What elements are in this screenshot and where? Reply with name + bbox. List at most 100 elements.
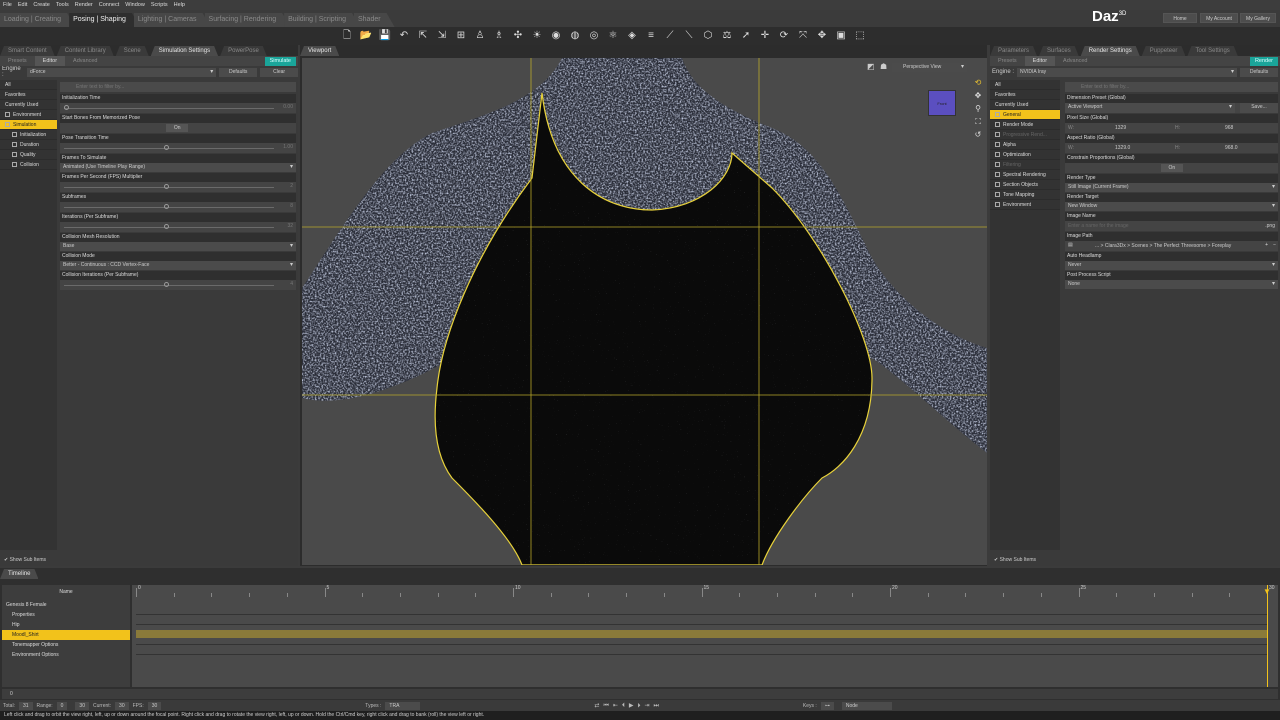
tab-parameters[interactable]: Parameters <box>990 46 1037 56</box>
category-general[interactable]: General <box>990 110 1060 120</box>
auto-headlamp-select[interactable]: Never <box>1065 261 1278 270</box>
layout-tab-5[interactable]: Shader <box>354 13 395 27</box>
menu-help[interactable]: Help <box>174 2 185 8</box>
pointer-icon[interactable]: ➚ <box>739 29 753 43</box>
layout-tab-0[interactable]: Loading | Creating <box>0 13 75 27</box>
select-7[interactable]: Base <box>60 242 296 251</box>
merge-icon[interactable]: ⊞ <box>454 29 468 43</box>
menu-file[interactable]: File <box>3 2 12 8</box>
subtab-presets[interactable]: Presets <box>0 56 35 66</box>
slider-2[interactable]: 1.00 <box>60 143 296 153</box>
frame-icon[interactable]: ⛶ <box>972 115 984 128</box>
timeline-row[interactable]: Properties <box>2 610 130 620</box>
slider-6[interactable]: 32 <box>60 222 296 232</box>
align-icon[interactable]: ≡ <box>644 29 658 43</box>
category-favorites[interactable]: Favorites <box>990 90 1060 100</box>
tab-timeline[interactable]: Timeline <box>0 569 38 579</box>
range-start-field[interactable]: 0 <box>56 701 68 710</box>
menu-tools[interactable]: Tools <box>56 2 69 8</box>
layout-tab-1[interactable]: Posing | Shaping <box>69 13 140 27</box>
category-progressive-rend-[interactable]: Progressive Rend... <box>990 130 1060 140</box>
geometry-icon[interactable]: ⬡ <box>701 29 715 43</box>
pixel-height-field[interactable]: 968 <box>1225 125 1233 131</box>
render-icon[interactable]: ◍ <box>568 29 582 43</box>
defaults-button[interactable]: Defaults <box>1240 67 1279 77</box>
playback-controls[interactable]: ⇄⏮⇤⏴▶⏵⇥⏭ <box>594 702 663 710</box>
dimension-preset-select[interactable]: Active Viewport <box>1065 103 1235 113</box>
rotate-icon[interactable]: ⟳ <box>777 29 791 43</box>
move-icon[interactable]: ✥ <box>815 29 829 43</box>
tab-smart-content[interactable]: Smart Content <box>0 46 55 56</box>
timeline-row[interactable]: Tonemapper Options <box>2 640 130 650</box>
subtab-editor[interactable]: Editor <box>34 56 66 66</box>
menu-render[interactable]: Render <box>75 2 93 8</box>
slider-thumb[interactable] <box>164 224 169 229</box>
types-select[interactable]: TRA <box>385 701 421 710</box>
view-cube[interactable]: Front <box>928 90 956 116</box>
timeline-row[interactable]: Moodl_Shirt <box>2 630 130 640</box>
slider-value[interactable]: 0.00 <box>283 104 293 110</box>
post-process-select[interactable]: None <box>1065 280 1278 289</box>
slider-value[interactable]: 8 <box>290 203 293 209</box>
category-spectral-rendering[interactable]: Spectral Rendering <box>990 170 1060 180</box>
engine-select[interactable]: dForce <box>26 67 217 77</box>
export-icon[interactable]: ⇱ <box>416 29 430 43</box>
category-optimization[interactable]: Optimization <box>990 150 1060 160</box>
reset-view-icon[interactable]: ↺ <box>972 128 984 141</box>
pixel-width-field[interactable]: 1329 <box>1115 125 1126 131</box>
category-all[interactable]: All <box>990 80 1060 90</box>
slider-thumb[interactable] <box>64 105 69 110</box>
defaults-button[interactable]: Defaults <box>219 67 258 77</box>
category-currently-used[interactable]: Currently Used <box>990 100 1060 110</box>
engine-select[interactable]: NVIDIA Iray <box>1017 67 1238 77</box>
tab-simulation-settings[interactable]: Simulation Settings <box>151 46 218 56</box>
slider-value[interactable]: 4 <box>290 281 293 287</box>
layout-tab-2[interactable]: Lighting | Cameras <box>134 13 211 27</box>
category-render-mode[interactable]: Render Mode <box>990 120 1060 130</box>
category-initialization[interactable]: Initialization <box>0 130 57 140</box>
category-alpha[interactable]: Alpha <box>990 140 1060 150</box>
category-environment[interactable]: Environment <box>990 200 1060 210</box>
image-path-select[interactable]: ... > Clara3Dx > Scenes > The Perfect Th… <box>1095 243 1231 249</box>
image-name-input[interactable]: Enter a name for the image <box>1068 223 1129 229</box>
filter-input[interactable]: Enter text to filter by... <box>60 82 296 92</box>
zoom-icon[interactable]: ⚲ <box>972 102 984 115</box>
undo-icon[interactable]: ↶ <box>397 29 411 43</box>
weight-icon[interactable]: ⚖ <box>720 29 734 43</box>
clear-button[interactable]: Clear <box>260 67 298 77</box>
scale-icon[interactable]: ⤧ <box>796 29 810 43</box>
translate-icon[interactable]: ✛ <box>758 29 772 43</box>
tab-tool-settings[interactable]: Tool Settings <box>1187 46 1237 56</box>
open-folder-icon[interactable]: 📂 <box>359 29 373 43</box>
timeline-row[interactable]: Genesis 8 Female <box>2 600 130 610</box>
my-gallery-button[interactable]: My Gallery <box>1240 13 1276 23</box>
fps-field[interactable]: 30 <box>147 701 162 710</box>
save-preset-button[interactable]: Save... <box>1240 103 1278 113</box>
tab-content-library[interactable]: Content Library <box>57 46 114 56</box>
menu-create[interactable]: Create <box>33 2 50 8</box>
orbit-icon[interactable]: ⟲ <box>972 76 984 89</box>
timeline-row[interactable]: Environment Options <box>2 650 130 660</box>
tab-puppeteer[interactable]: Puppeteer <box>1142 46 1186 56</box>
subtab-advanced[interactable]: Advanced <box>1055 56 1095 66</box>
show-sub-items-checkbox[interactable]: ✔ Show Sub Items <box>4 557 46 563</box>
toggle-button[interactable]: On <box>166 124 189 132</box>
bone-icon[interactable]: ⟍ <box>682 29 696 43</box>
slider-thumb[interactable] <box>164 184 169 189</box>
slider-9[interactable]: 4 <box>60 280 296 290</box>
save-icon[interactable]: 💾 <box>378 29 392 43</box>
category-favorites[interactable]: Favorites <box>0 90 57 100</box>
subtab-advanced[interactable]: Advanced <box>65 56 105 66</box>
menu-window[interactable]: Window <box>125 2 145 8</box>
category-all[interactable]: All <box>0 80 57 90</box>
render-button[interactable]: Render <box>1249 57 1278 66</box>
image-ext-select[interactable]: .png <box>1265 223 1275 229</box>
layout-tab-4[interactable]: Building | Scripting <box>284 13 360 27</box>
new-file-icon[interactable]: 🗋 <box>340 29 354 43</box>
menu-edit[interactable]: Edit <box>18 2 27 8</box>
render-type-select[interactable]: Still Image (Current Frame) <box>1065 183 1278 192</box>
slider-thumb[interactable] <box>164 204 169 209</box>
node-icon[interactable]: ⚛ <box>606 29 620 43</box>
joint-icon[interactable]: ⟋ <box>663 29 677 43</box>
current-frame-field[interactable]: 30 <box>115 701 129 710</box>
